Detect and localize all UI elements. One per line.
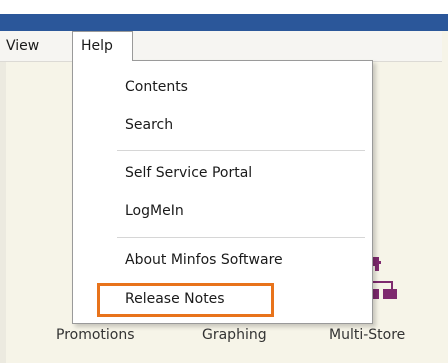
menu-separator	[117, 150, 365, 151]
application-window: View Help Contents Search Self Service P…	[0, 0, 448, 363]
menu-item-search[interactable]: Search	[125, 113, 173, 137]
menu-item-about[interactable]: About Minfos Software	[125, 248, 283, 272]
release-notes-highlight	[97, 283, 274, 317]
menu-bar: View	[0, 31, 448, 62]
graphing-label[interactable]: Graphing	[202, 325, 267, 345]
menu-help[interactable]: Help	[72, 31, 133, 61]
menu-item-self-service-portal[interactable]: Self Service Portal	[125, 161, 252, 185]
menu-view[interactable]: View	[0, 31, 64, 61]
menu-item-contents[interactable]: Contents	[125, 75, 188, 99]
ribbon-accent-bar	[0, 14, 448, 31]
menu-item-logmein[interactable]: LogMeIn	[125, 199, 184, 223]
menu-separator	[117, 237, 365, 238]
left-border	[0, 62, 6, 363]
promotions-label[interactable]: Promotions	[56, 325, 135, 345]
title-bar	[0, 0, 448, 14]
multistore-label[interactable]: Multi-Store	[329, 325, 405, 345]
right-border	[442, 31, 448, 363]
